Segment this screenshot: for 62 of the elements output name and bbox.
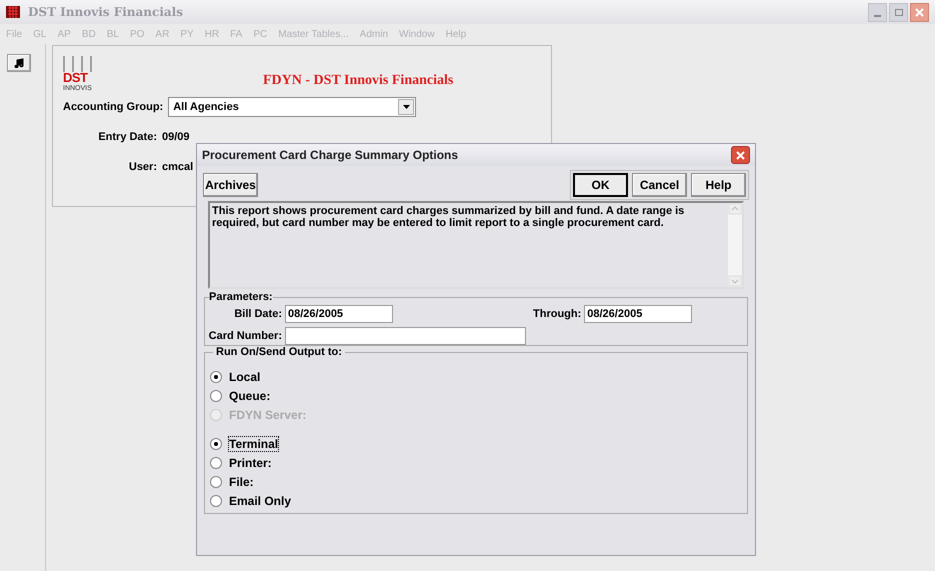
menu-item[interactable]: PY <box>180 26 194 42</box>
music-note-button[interactable] <box>7 54 31 72</box>
field-label: Accounting Group: <box>63 100 164 115</box>
radio-label: Local <box>229 370 260 384</box>
radio-button[interactable] <box>210 370 222 382</box>
radio-label: Email Only <box>229 494 292 508</box>
radio-button[interactable] <box>210 476 222 488</box>
accounting-group-dropdown[interactable]: All Agencies <box>168 97 416 117</box>
menu-item[interactable]: BD <box>82 26 96 42</box>
field-label: Card Number: <box>208 328 282 344</box>
music-note-icon <box>14 58 24 68</box>
menu-item[interactable]: HR <box>204 26 220 42</box>
group-title: Parameters: <box>209 291 273 303</box>
dialog-title: Procurement Card Charge Summary Options <box>202 147 458 164</box>
group-title: Run On/Send Output to: <box>213 346 345 358</box>
description-text: This report shows procurement card charges summarized by bill and fund. A date range is required, but card number may be entered to limit report to a single procurement card. <box>211 204 686 231</box>
radio-button[interactable] <box>210 494 222 506</box>
field-label: Bill Date: <box>233 306 282 322</box>
logo-bars-icon <box>63 56 93 72</box>
card-number-field[interactable] <box>285 327 526 345</box>
menu-item[interactable]: Window <box>399 26 435 42</box>
field-label: Through: <box>533 306 582 322</box>
field-label: User: <box>128 160 157 175</box>
menu-item[interactable]: File <box>6 26 22 42</box>
radio-button[interactable] <box>210 438 222 450</box>
field-value: cmcal <box>162 160 194 175</box>
radio-label: Printer: <box>229 456 272 470</box>
dialog-button[interactable]: OK <box>573 173 628 197</box>
radio-label: File: <box>229 474 254 488</box>
menu-item[interactable]: PO <box>130 26 144 42</box>
field-label: Entry Date: <box>97 130 157 145</box>
menu-item[interactable]: BL <box>106 26 119 42</box>
through-date-field[interactable]: 08/26/2005 <box>584 305 692 323</box>
menu-item[interactable]: Master Tables... <box>278 26 349 42</box>
menu-item[interactable]: FA <box>230 26 242 42</box>
dialog-button[interactable]: Cancel <box>632 173 687 197</box>
form-heading: FDYN - DST Innovis Financials <box>263 72 454 90</box>
minimize-button[interactable] <box>868 2 887 22</box>
dropdown-arrow-icon <box>402 105 410 109</box>
dialog-button[interactable]: Archives <box>203 173 258 197</box>
close-button[interactable] <box>910 2 929 22</box>
close-button[interactable] <box>731 146 750 164</box>
menu-item[interactable]: PC <box>253 26 268 42</box>
menu-item[interactable]: GL <box>33 26 46 42</box>
bill-date-field[interactable]: 08/26/2005 <box>285 305 393 323</box>
radio-label: FDYN Server: <box>229 408 306 422</box>
radio-button[interactable] <box>210 456 222 468</box>
radio-label: Queue: <box>229 388 270 402</box>
dialog-button[interactable]: Help <box>691 173 746 197</box>
window-title: DST Innovis Financials <box>28 4 183 21</box>
menu-item[interactable]: AR <box>155 26 170 42</box>
app-icon <box>6 5 20 19</box>
radio-label: Terminal <box>229 436 278 450</box>
radio-button[interactable] <box>210 390 222 402</box>
menu-item[interactable]: Help <box>446 26 466 42</box>
restore-button[interactable] <box>889 2 908 22</box>
menu-item[interactable]: AP <box>57 26 71 42</box>
logo-text: DST <box>63 72 88 84</box>
close-icon <box>736 150 745 160</box>
field-value: 09/09 <box>162 130 190 145</box>
menu-item[interactable]: Admin <box>360 26 388 42</box>
close-icon <box>915 8 924 16</box>
